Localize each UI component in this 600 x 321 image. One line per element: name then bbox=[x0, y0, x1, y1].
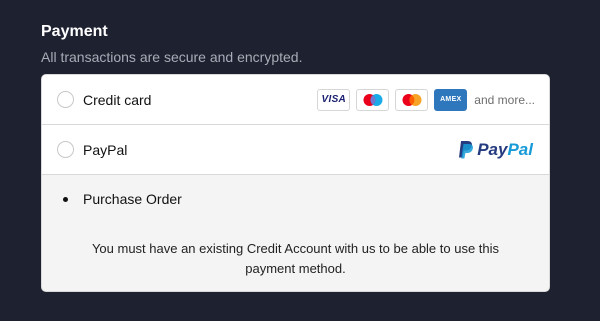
purchase-order-radio[interactable] bbox=[57, 191, 74, 208]
more-cards-text: and more... bbox=[474, 92, 535, 107]
card-logos: VISA AMEX and more... bbox=[317, 88, 535, 111]
amex-text: AMEX bbox=[440, 96, 462, 103]
credit-card-label: Credit card bbox=[83, 91, 152, 108]
payment-option-paypal[interactable]: PayPal PayPal bbox=[42, 125, 549, 175]
payment-options-panel: Credit card VISA AMEX and more... PayPal… bbox=[41, 74, 550, 292]
payment-option-purchase-order[interactable]: Purchase Order bbox=[42, 175, 549, 223]
paypal-radio[interactable] bbox=[57, 141, 74, 158]
page-title: Payment bbox=[41, 23, 108, 40]
paypal-brand-pal: Pal bbox=[507, 139, 533, 159]
payment-option-credit-card[interactable]: Credit card VISA AMEX and more... bbox=[42, 75, 549, 125]
visa-icon: VISA bbox=[317, 88, 351, 111]
paypal-p-icon bbox=[459, 141, 474, 159]
radio-selected-dot bbox=[63, 196, 68, 202]
paypal-label: PayPal bbox=[83, 141, 128, 158]
purchase-order-label: Purchase Order bbox=[83, 191, 182, 207]
amex-icon: AMEX bbox=[434, 88, 468, 111]
mastercard-icon bbox=[395, 88, 429, 111]
maestro-icon bbox=[356, 88, 390, 111]
page-subtitle: All transactions are secure and encrypte… bbox=[41, 49, 303, 65]
visa-text: VISA bbox=[321, 94, 347, 105]
payment-header: Payment All transactions are secure and … bbox=[41, 22, 550, 66]
credit-card-radio[interactable] bbox=[57, 91, 74, 108]
purchase-order-note: You must have an existing Credit Account… bbox=[42, 223, 549, 291]
paypal-logo: PayPal bbox=[458, 140, 533, 160]
paypal-brand-pay: Pay bbox=[477, 139, 508, 159]
